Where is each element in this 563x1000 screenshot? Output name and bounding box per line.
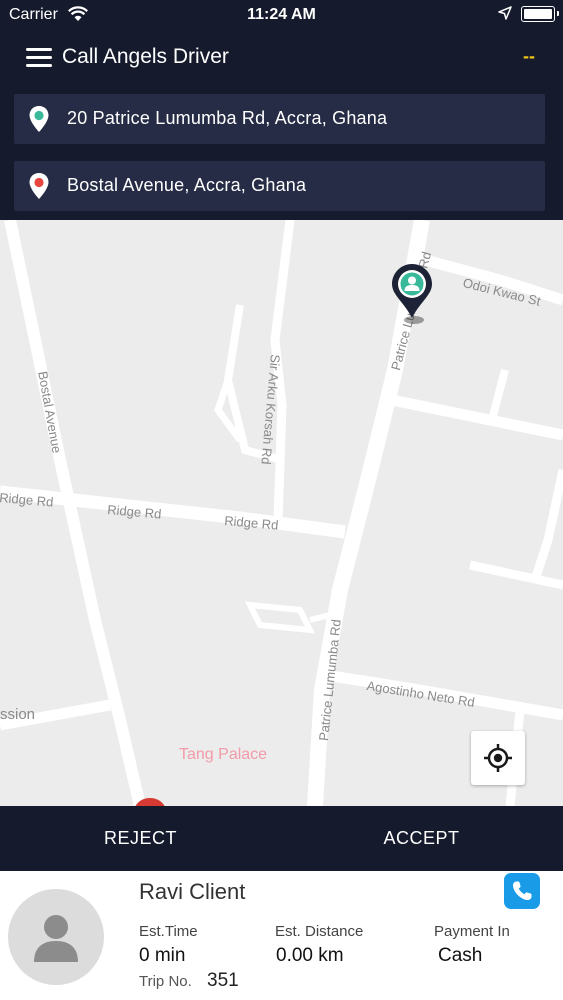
trip-details-panel: Ravi Client Est.Time 0 min Est. Distance… — [0, 871, 563, 1000]
map-poi-tang-palace: Tang Palace — [179, 746, 268, 763]
dropoff-address-field[interactable]: Bostal Avenue, Accra, Ghana — [14, 161, 545, 211]
user-silhouette-icon — [34, 915, 78, 962]
map-view[interactable]: Odoi Kwao St Sir Arku Korsah Rd Bostal A… — [0, 220, 563, 806]
crosshair-target-icon — [484, 744, 512, 772]
phone-icon — [513, 881, 532, 900]
trip-number-label: Trip No. — [139, 973, 192, 990]
est-distance-label: Est. Distance — [275, 923, 364, 940]
reject-button[interactable]: REJECT — [0, 806, 281, 871]
action-bar: REJECT ACCEPT — [0, 806, 563, 871]
hamburger-menu-icon[interactable] — [26, 48, 52, 68]
avatar — [8, 889, 104, 985]
trip-number-value: 351 — [207, 970, 239, 991]
recenter-location-button[interactable] — [471, 731, 525, 785]
pickup-address-field[interactable]: 20 Patrice Lumumba Rd, Accra, Ghana — [14, 94, 545, 144]
header-status-indicator: -- — [523, 46, 535, 66]
est-time-value: 0 min — [139, 945, 186, 966]
est-time-label: Est.Time — [139, 923, 198, 940]
battery-icon — [521, 6, 559, 22]
status-time: 11:24 AM — [247, 6, 316, 23]
app-title: Call Angels Driver — [62, 45, 229, 68]
dropoff-address-text: Bostal Avenue, Accra, Ghana — [67, 175, 307, 195]
call-client-button[interactable] — [504, 873, 540, 909]
map-roads — [0, 220, 563, 806]
pickup-address-text: 20 Patrice Lumumba Rd, Accra, Ghana — [67, 108, 388, 128]
driver-location-marker-icon[interactable] — [390, 262, 434, 326]
accept-button[interactable]: ACCEPT — [281, 806, 562, 871]
payment-value: Cash — [438, 945, 483, 966]
dropoff-pin-icon — [29, 173, 49, 199]
payment-label: Payment In — [434, 923, 510, 940]
client-name: Ravi Client — [139, 879, 246, 904]
status-bar: Carrier 11:24 AM — [0, 0, 563, 30]
map-label-mission: ssion — [0, 706, 36, 723]
header: Call Angels Driver -- 20 Patrice Lumumba… — [0, 30, 563, 220]
pickup-pin-icon — [29, 106, 49, 132]
est-distance-value: 0.00 km — [276, 945, 344, 966]
location-arrow-icon — [498, 6, 512, 20]
destination-marker-icon — [135, 798, 165, 806]
